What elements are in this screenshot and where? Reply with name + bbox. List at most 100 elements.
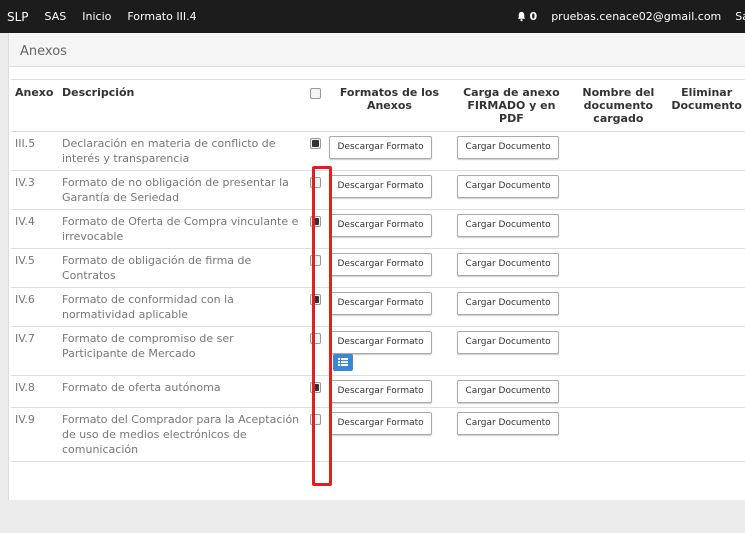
brand-link[interactable]: SLP xyxy=(7,10,29,24)
delete-cell xyxy=(667,407,745,462)
download-format-button[interactable]: Descargar Formato xyxy=(329,214,432,237)
download-format-button[interactable]: Descargar Formato xyxy=(329,292,432,315)
anexo-code: IV.6 xyxy=(11,287,58,327)
checkbox-column-highlight xyxy=(312,166,332,486)
list-icon xyxy=(338,358,349,366)
upload-document-button[interactable]: Cargar Documento xyxy=(457,380,559,403)
document-name-cell xyxy=(569,375,668,408)
notifications[interactable]: 0 xyxy=(516,10,538,23)
row-checkbox-cell xyxy=(305,131,326,171)
upload-cell: Cargar Documento xyxy=(453,375,570,408)
table-row: IV.6 Formato de conformidad con la norma… xyxy=(11,287,745,327)
delete-cell xyxy=(667,248,745,288)
download-cell: Descargar Formato xyxy=(325,248,454,288)
document-name-cell xyxy=(569,131,668,171)
download-cell: Descargar Formato xyxy=(325,131,454,171)
header-carga: Carga de anexo FIRMADO y en PDF xyxy=(453,79,570,132)
panel-title: Anexos xyxy=(20,44,67,59)
download-cell: Descargar Formato xyxy=(325,407,454,462)
select-all-checkbox[interactable] xyxy=(309,88,321,99)
notification-count: 0 xyxy=(529,10,538,23)
anexo-description: Formato de oferta autónoma xyxy=(57,375,306,408)
document-name-cell xyxy=(569,407,668,462)
upload-cell: Cargar Documento xyxy=(453,407,570,462)
table-row: IV.4 Formato de Oferta de Compra vincula… xyxy=(11,209,745,249)
upload-document-button[interactable]: Cargar Documento xyxy=(457,136,559,159)
anexo-description: Formato de obligación de firma de Contra… xyxy=(57,248,306,288)
delete-cell xyxy=(667,131,745,171)
nav-link-formato[interactable]: Formato III.4 xyxy=(127,10,196,23)
user-email[interactable]: pruebas.cenace02@gmail.com xyxy=(551,10,721,23)
row-checkbox[interactable] xyxy=(309,138,321,149)
table-row: IV.8 Formato de oferta autónoma Descarga… xyxy=(11,375,745,408)
anexo-description: Formato de no obligación de presentar la… xyxy=(57,170,306,210)
table-row: IV.9 Formato del Comprador para la Acept… xyxy=(11,407,745,462)
upload-document-button[interactable]: Cargar Documento xyxy=(457,331,559,354)
download-cell: Descargar Formato xyxy=(325,209,454,249)
header-nombre: Nombre del documento cargado xyxy=(569,79,668,132)
anexo-description: Formato del Comprador para la Aceptación… xyxy=(57,407,306,462)
document-name-cell xyxy=(569,287,668,327)
download-format-button[interactable]: Descargar Formato xyxy=(329,380,432,403)
delete-cell xyxy=(667,287,745,327)
document-name-cell xyxy=(569,209,668,249)
download-cell: Descargar Formato xyxy=(325,170,454,210)
download-format-button[interactable]: Descargar Formato xyxy=(329,136,432,159)
anexos-table: Anexo Descripción Formatos de los Anexos… xyxy=(11,79,745,462)
top-navbar: SLP SAS Inicio Formato III.4 0 pruebas.c… xyxy=(0,0,745,33)
table-row: IV.3 Formato de no obligación de present… xyxy=(11,170,745,210)
header-anexo: Anexo xyxy=(11,79,58,132)
bell-icon xyxy=(517,11,525,22)
nav-link-inicio[interactable]: Inicio xyxy=(82,10,111,23)
table-header-row: Anexo Descripción Formatos de los Anexos… xyxy=(11,79,745,132)
upload-cell: Cargar Documento xyxy=(453,287,570,327)
table-row: IV.5 Formato de obligación de firma de C… xyxy=(11,248,745,288)
truncated-menu[interactable]: Sa xyxy=(735,10,745,23)
nav-link-sas[interactable]: SAS xyxy=(45,10,67,23)
table-row: IV.7 Formato de compromiso de ser Partic… xyxy=(11,326,745,376)
download-cell: Descargar Formato xyxy=(325,326,454,376)
upload-document-button[interactable]: Cargar Documento xyxy=(457,253,559,276)
anexo-code: IV.3 xyxy=(11,170,58,210)
anexo-code: IV.8 xyxy=(11,375,58,408)
list-button[interactable] xyxy=(333,354,354,371)
download-cell: Descargar Formato xyxy=(325,375,454,408)
header-eliminar: Eliminar Documento xyxy=(667,79,745,132)
document-name-cell xyxy=(569,326,668,376)
upload-document-button[interactable]: Cargar Documento xyxy=(457,214,559,237)
page-footer xyxy=(0,500,745,533)
anexo-code: IV.7 xyxy=(11,326,58,376)
delete-cell xyxy=(667,326,745,376)
upload-cell: Cargar Documento xyxy=(453,170,570,210)
download-format-button[interactable]: Descargar Formato xyxy=(329,412,432,435)
header-formatos: Formatos de los Anexos xyxy=(325,79,454,132)
delete-cell xyxy=(667,170,745,210)
table-row: III.5 Declaración en materia de conflict… xyxy=(11,131,745,171)
upload-cell: Cargar Documento xyxy=(453,326,570,376)
header-descripcion: Descripción xyxy=(57,79,306,132)
upload-cell: Cargar Documento xyxy=(453,248,570,288)
panel-heading xyxy=(9,33,745,67)
download-format-button[interactable]: Descargar Formato xyxy=(329,253,432,276)
download-format-button[interactable]: Descargar Formato xyxy=(329,175,432,198)
document-name-cell xyxy=(569,170,668,210)
upload-document-button[interactable]: Cargar Documento xyxy=(457,292,559,315)
upload-document-button[interactable]: Cargar Documento xyxy=(457,175,559,198)
topbar-right: 0 pruebas.cenace02@gmail.com Sa xyxy=(516,0,745,33)
delete-cell xyxy=(667,375,745,408)
document-name-cell xyxy=(569,248,668,288)
anexo-code: IV.4 xyxy=(11,209,58,249)
anexo-description: Formato de Oferta de Compra vinculante e… xyxy=(57,209,306,249)
anexo-code: IV.9 xyxy=(11,407,58,462)
download-cell: Descargar Formato xyxy=(325,287,454,327)
upload-cell: Cargar Documento xyxy=(453,131,570,171)
anexo-description: Formato de compromiso de ser Participant… xyxy=(57,326,306,376)
upload-cell: Cargar Documento xyxy=(453,209,570,249)
download-format-button[interactable]: Descargar Formato xyxy=(329,331,432,354)
anexo-code: IV.5 xyxy=(11,248,58,288)
anexos-panel: Anexos Anexo Descripción Formatos de los… xyxy=(8,33,745,500)
upload-document-button[interactable]: Cargar Documento xyxy=(457,412,559,435)
anexo-description: Formato de conformidad con la normativid… xyxy=(57,287,306,327)
delete-cell xyxy=(667,209,745,249)
header-select-all xyxy=(305,79,326,132)
